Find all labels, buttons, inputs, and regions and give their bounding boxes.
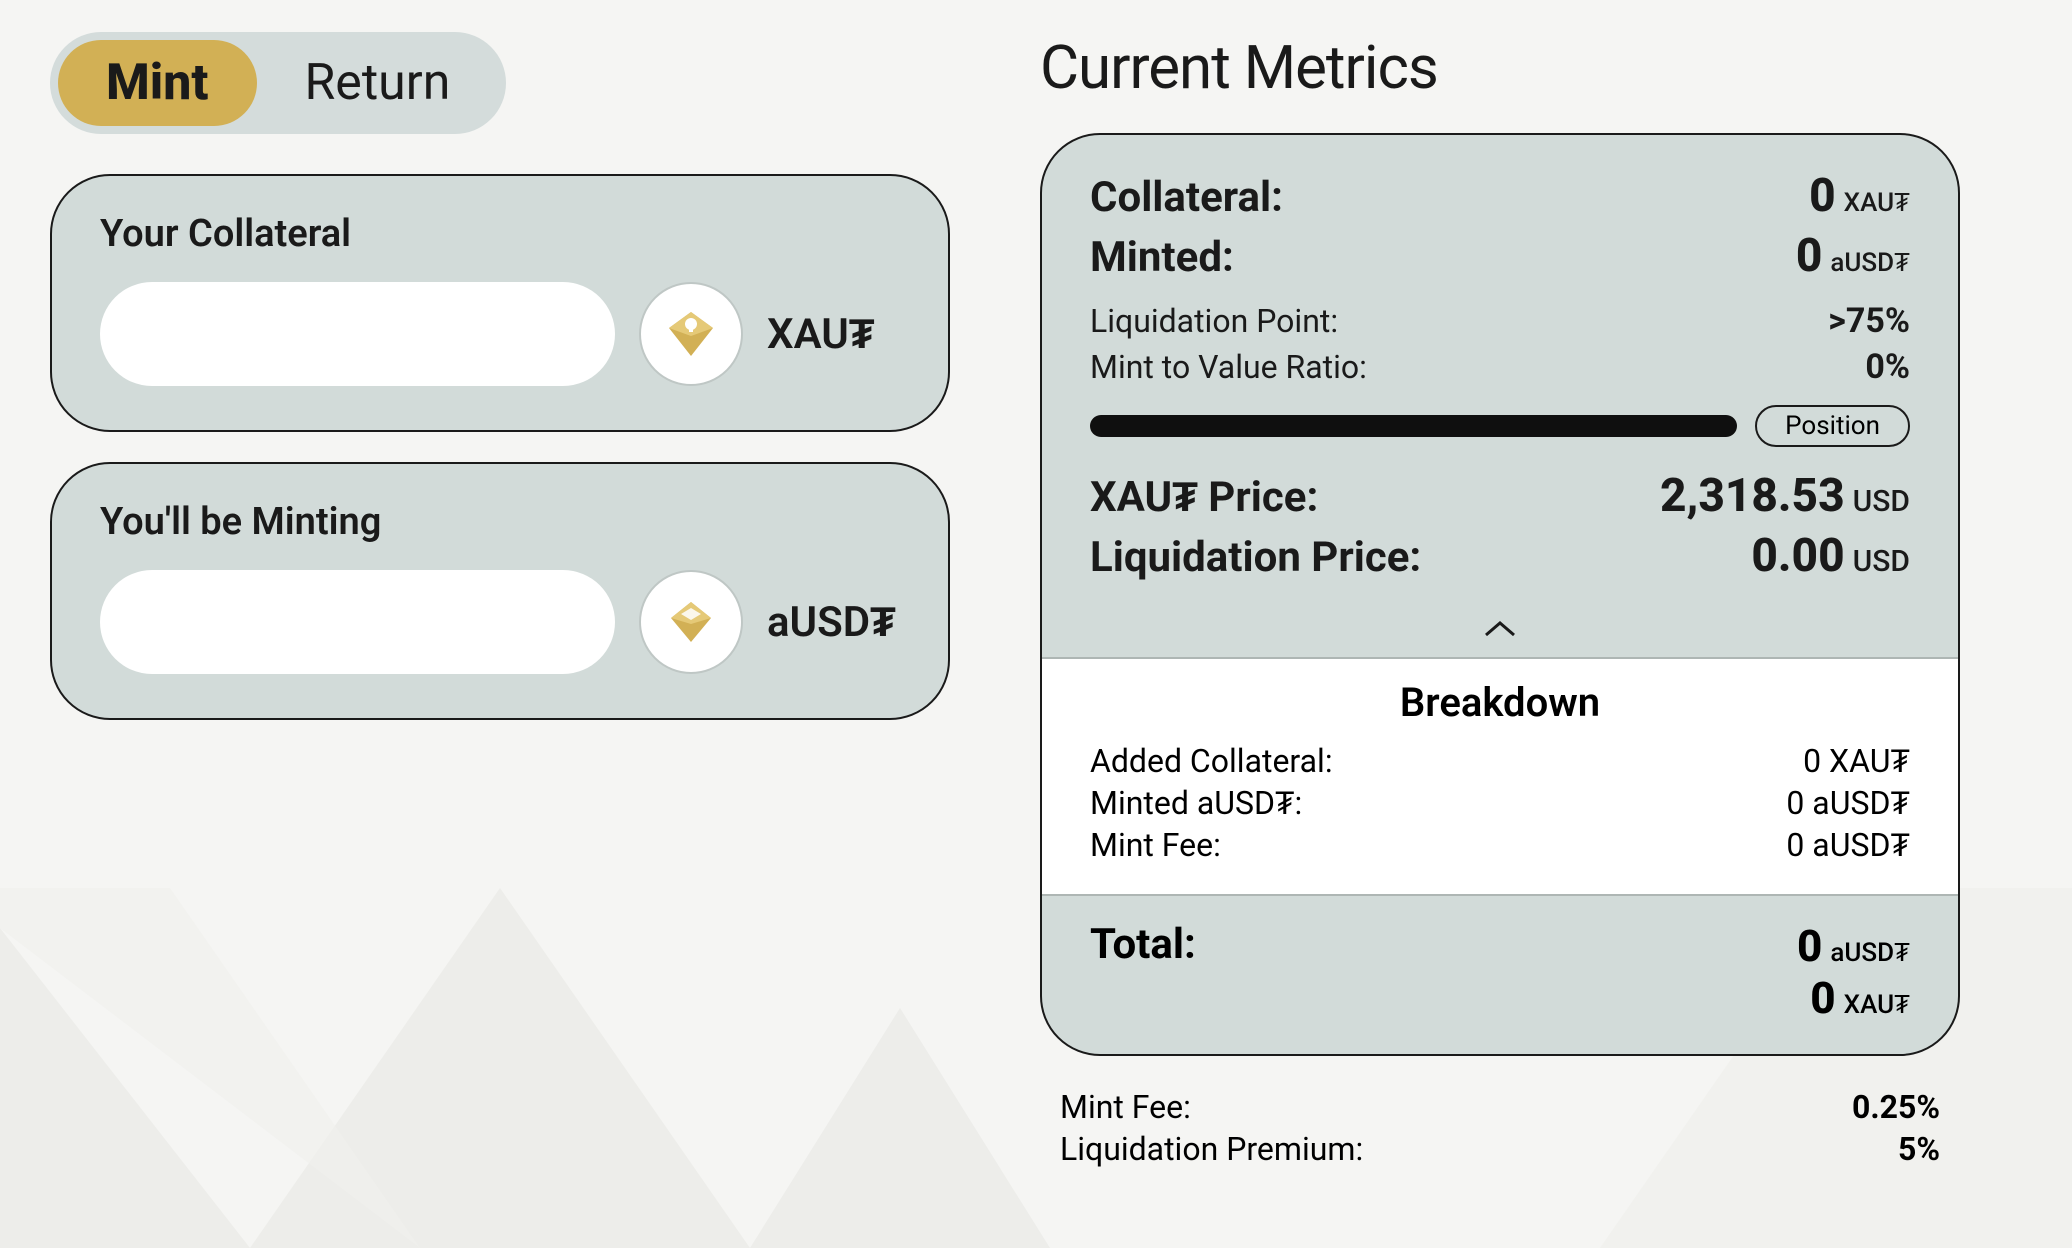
collateral-card: Your Collateral XAU₮ [50,174,950,432]
metrics-title: Current Metrics [1040,32,1960,103]
breakdown-section: Breakdown Added Collateral:0 XAU₮ Minted… [1042,659,1958,896]
total-section: Total: 0aUSD₮ 0XAU₮ [1042,896,1958,1054]
xaut-price-label: XAU₮ Price: [1090,473,1318,522]
breakdown-row: Mint Fee:0 aUSD₮ [1090,826,1910,864]
liq-price-value: 0.00USD [1751,529,1910,583]
collateral-input[interactable] [100,282,615,386]
position-progress-bar [1090,415,1737,437]
xaut-token-label: XAU₮ [767,310,875,359]
collapse-toggle[interactable] [1042,607,1958,659]
minting-label: You'll be Minting [100,500,900,544]
mtv-label: Mint to Value Ratio: [1090,348,1367,386]
ausdt-token-icon[interactable] [639,570,743,674]
mint-return-tabs: Mint Return [50,32,506,134]
total-xaut: 0XAU₮ [1797,972,1910,1024]
minting-card: You'll be Minting aUSD₮ [50,462,950,720]
tab-mint[interactable]: Mint [58,40,257,126]
breakdown-row: Minted aUSD₮:0 aUSD₮ [1090,784,1910,822]
chevron-up-icon [1482,619,1518,639]
collateral-metric-label: Collateral: [1090,173,1283,222]
collateral-metric-value: 0XAU₮ [1809,169,1910,223]
xaut-price-value: 2,318.53USD [1660,469,1910,523]
minted-metric-value: 0aUSD₮ [1796,229,1910,283]
mtv-value: 0% [1865,347,1910,387]
breakdown-row: Added Collateral:0 XAU₮ [1090,742,1910,780]
liq-point-label: Liquidation Point: [1090,302,1338,340]
liq-point-value: >75% [1828,301,1910,341]
footer-liq-premium: Liquidation Premium: 5% [1040,1130,1960,1168]
xaut-token-icon[interactable] [639,282,743,386]
collateral-label: Your Collateral [100,212,900,256]
tab-return[interactable]: Return [257,40,499,126]
breakdown-title: Breakdown [1090,679,1910,726]
minting-input[interactable] [100,570,615,674]
total-ausdt: 0aUSD₮ [1797,920,1910,972]
metrics-card: Collateral: 0XAU₮ Minted: 0aUSD₮ Liquida… [1040,133,1960,1056]
minted-metric-label: Minted: [1090,233,1234,282]
footer-mint-fee: Mint Fee: 0.25% [1040,1088,1960,1126]
ausdt-token-label: aUSD₮ [767,598,896,647]
total-label: Total: [1090,920,1196,969]
liq-price-label: Liquidation Price: [1090,533,1421,582]
position-chip[interactable]: Position [1755,405,1910,447]
